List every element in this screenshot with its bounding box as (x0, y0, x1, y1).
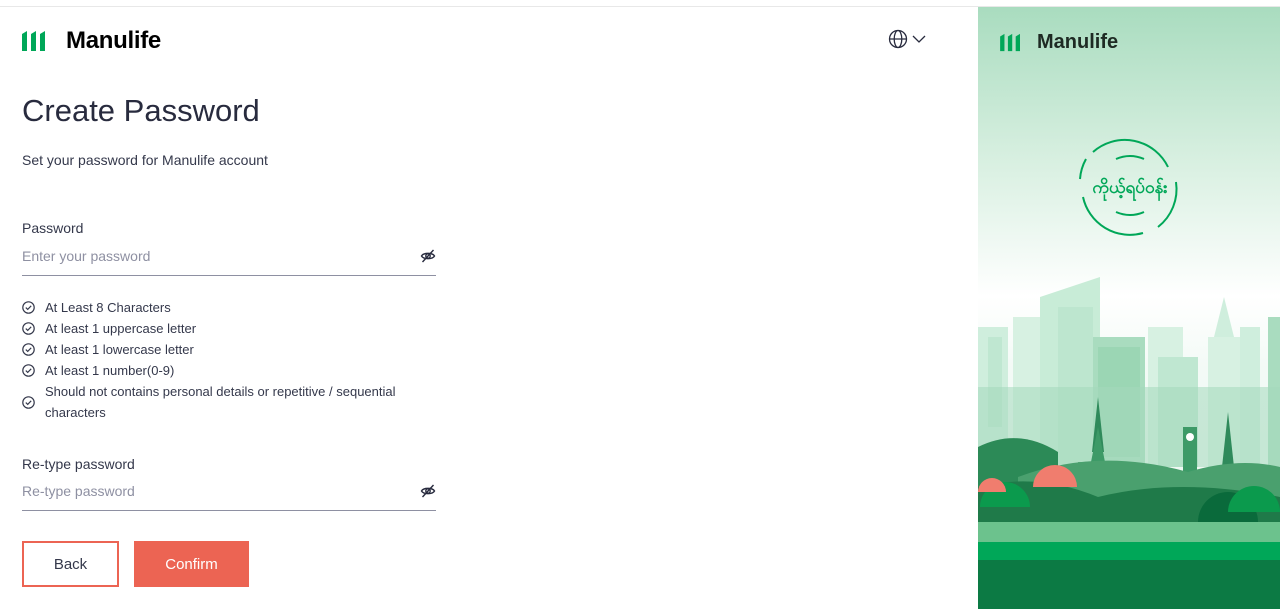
language-selector[interactable] (888, 29, 926, 49)
rule-item: At Least 8 Characters (22, 297, 442, 318)
rule-item: At least 1 number(0-9) (22, 360, 442, 381)
top-border (0, 0, 1280, 7)
password-label: Password (22, 220, 84, 236)
check-circle-icon (22, 343, 35, 356)
rule-text: At least 1 uppercase letter (45, 321, 197, 336)
rule-item: At least 1 uppercase letter (22, 318, 442, 339)
retype-label: Re-type password (22, 456, 135, 472)
password-rules: At Least 8 Characters At least 1 upperca… (22, 297, 442, 423)
badge-emblem: ကိုယ့်ရပ်ဝန်း (978, 138, 1280, 609)
rule-text: At least 1 number(0-9) (45, 363, 175, 378)
side-illustration-panel: Manulife ကိုယ့်ရပ်ဝန်း (978, 7, 1280, 609)
retype-field (22, 476, 436, 511)
check-circle-icon (22, 301, 35, 314)
manulife-mark-icon (22, 31, 45, 51)
rule-text: At Least 8 Characters (45, 300, 171, 315)
eye-off-icon[interactable] (420, 248, 436, 269)
rule-text: At least 1 lowercase letter (45, 342, 194, 357)
rule-item: At least 1 lowercase letter (22, 339, 442, 360)
password-field (22, 241, 436, 276)
form-panel: Manulife Create Password Set your passwo… (0, 7, 978, 609)
rule-text: Should not contains personal details or … (45, 384, 396, 420)
city-skyline-illustration (978, 277, 1280, 609)
chevron-down-icon (912, 35, 926, 43)
retype-input[interactable] (22, 476, 402, 506)
eye-off-icon[interactable] (420, 483, 436, 504)
check-circle-icon (22, 395, 35, 409)
check-circle-icon (22, 322, 35, 335)
confirm-button[interactable]: Confirm (134, 541, 249, 587)
badge-text: ကိုယ့်ရပ်ဝန်း (1092, 177, 1168, 202)
page-subtitle: Set your password for Manulife account (22, 152, 268, 168)
page-title: Create Password (22, 93, 260, 128)
check-circle-icon (22, 364, 35, 377)
globe-icon (888, 29, 908, 49)
brand-name: Manulife (66, 27, 161, 54)
manulife-logo: Manulife (22, 27, 161, 55)
password-input[interactable] (22, 241, 402, 271)
back-button[interactable]: Back (22, 541, 119, 587)
rule-item: Should not contains personal details or … (22, 381, 442, 423)
